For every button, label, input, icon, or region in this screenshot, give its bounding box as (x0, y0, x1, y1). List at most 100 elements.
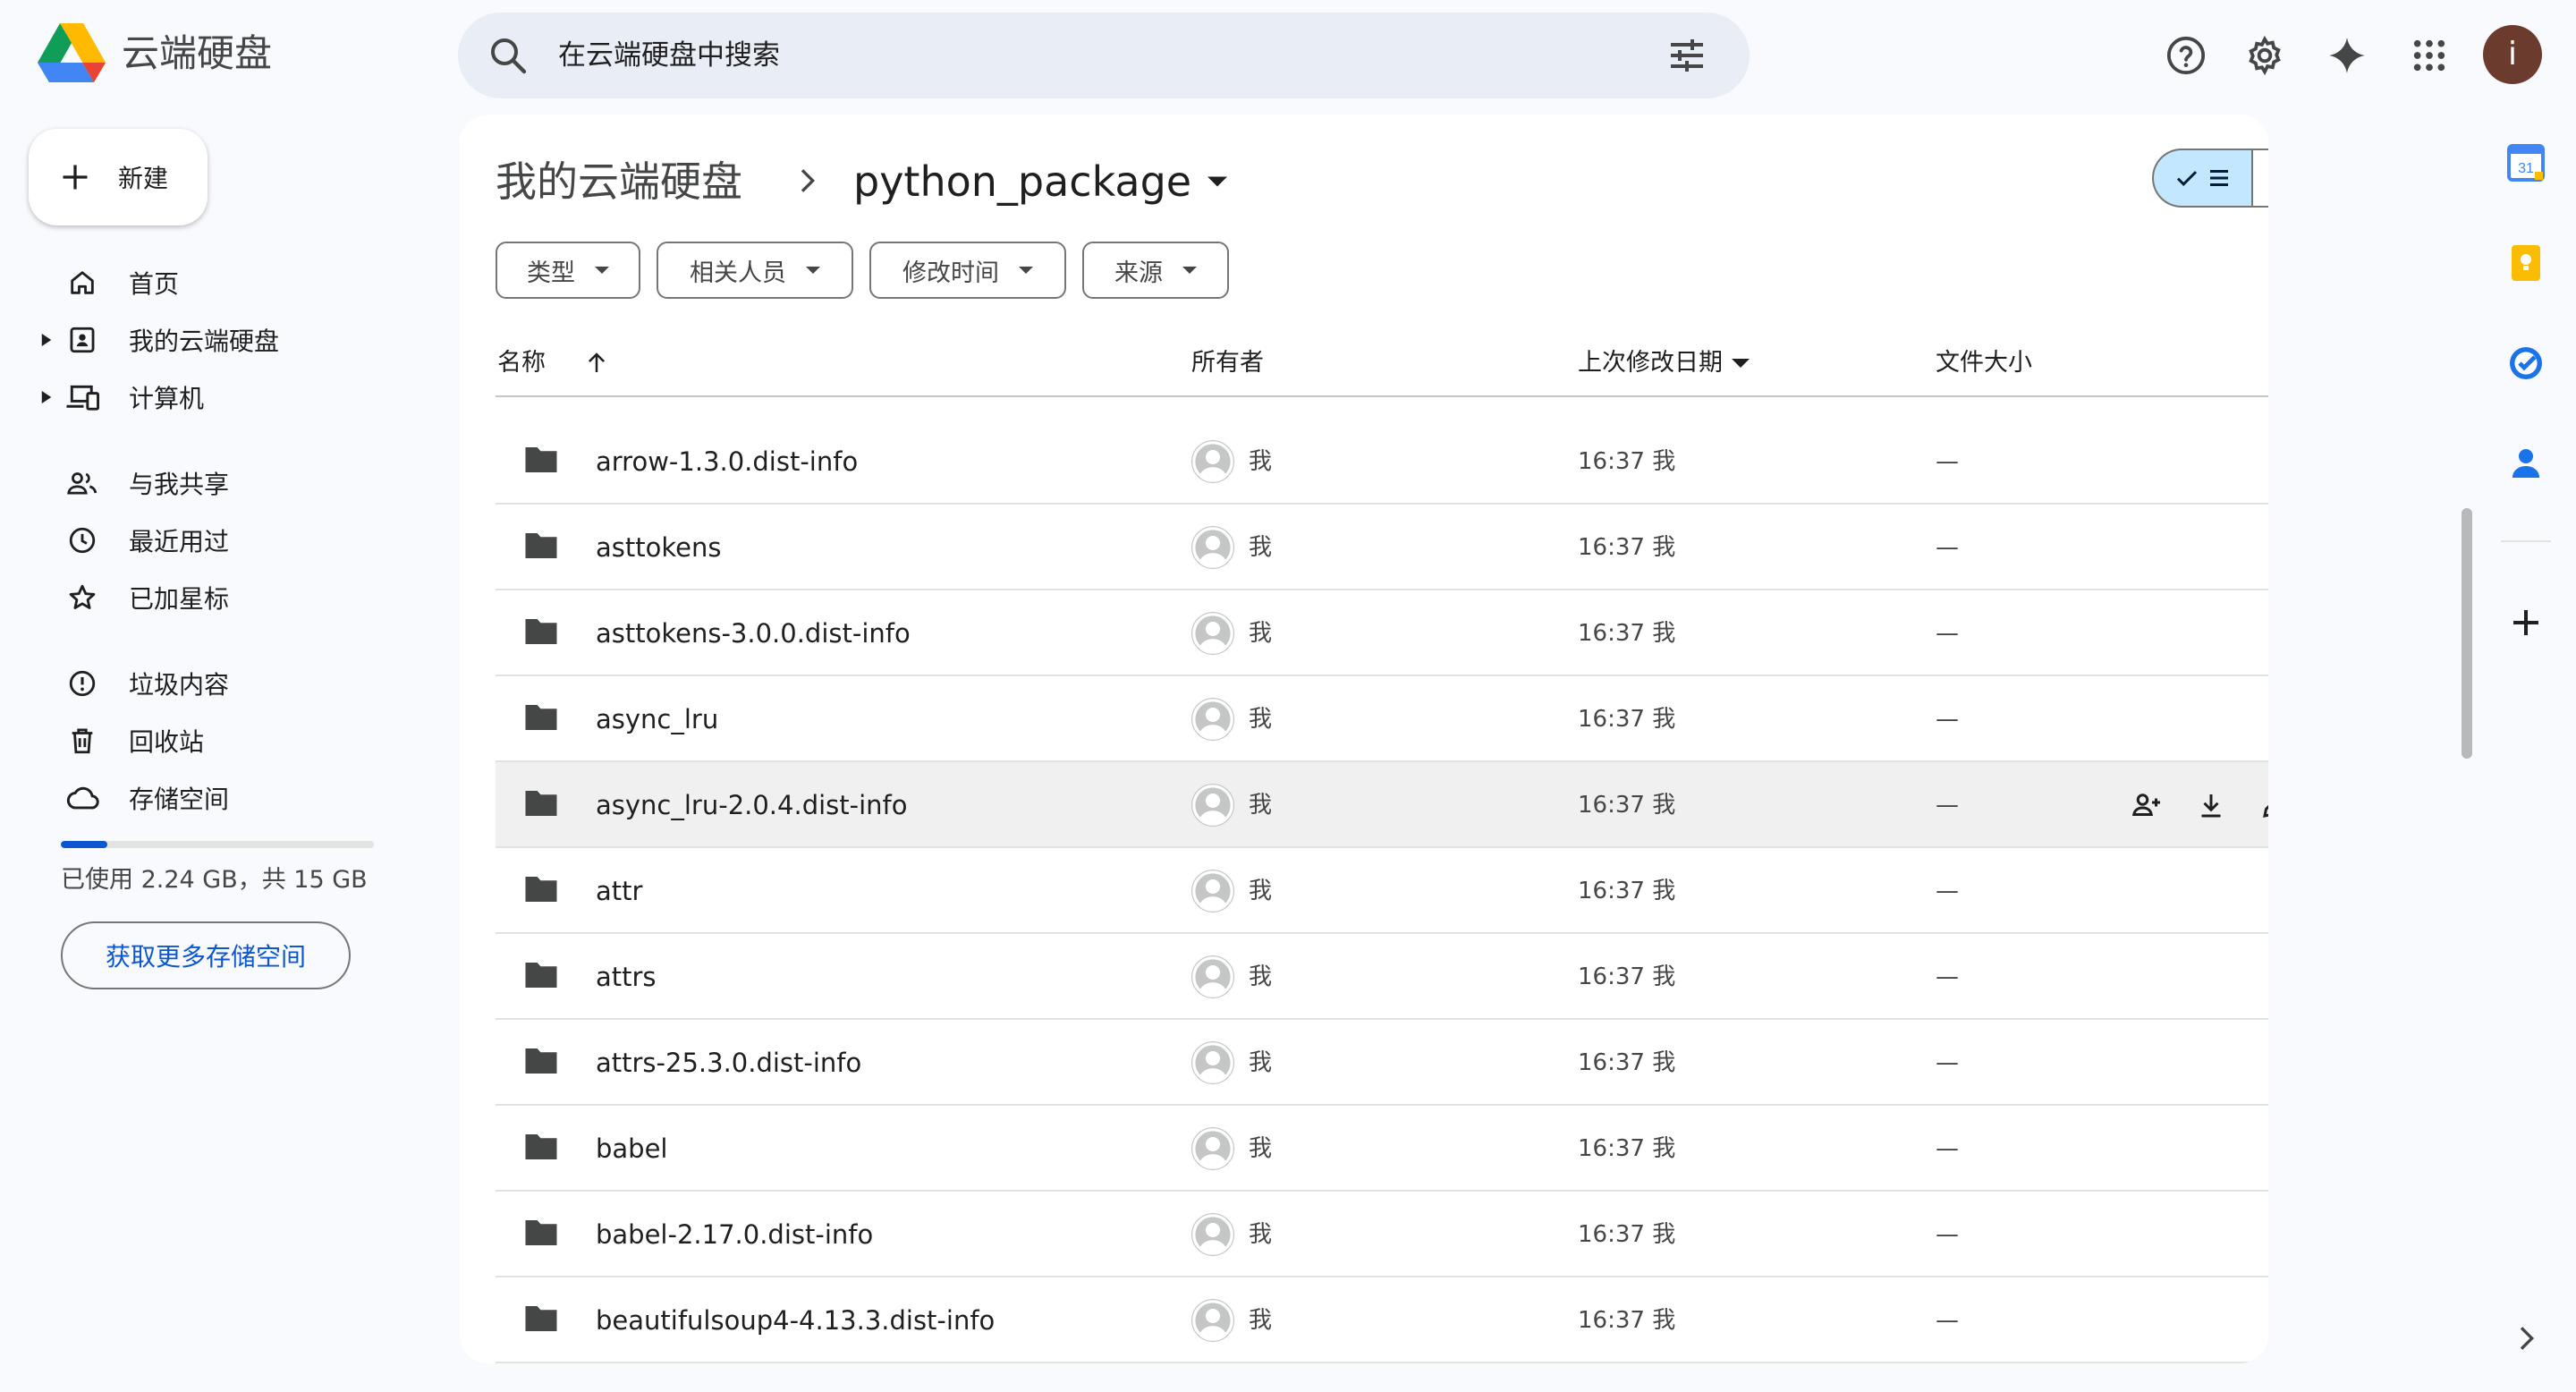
nav-item-trash[interactable]: 回收站 (36, 712, 411, 769)
nav-item-spam[interactable]: 垃圾内容 (36, 655, 411, 712)
owner-avatar-icon (1191, 1213, 1234, 1256)
file-name[interactable]: asttokens-3.0.0.dist-info (596, 614, 911, 653)
filter-modified-chip[interactable]: 修改时间 (869, 242, 1066, 299)
file-size: — (1936, 448, 1959, 475)
scrollbar-thumb[interactable] (2462, 508, 2472, 759)
expand-caret-icon[interactable] (36, 391, 57, 403)
file-row[interactable]: babel-2.17.0.dist-info 我 16:37 我 — (496, 1192, 2268, 1277)
contacts-icon[interactable] (2504, 442, 2547, 485)
owner-avatar-icon (1191, 612, 1234, 655)
file-row[interactable]: async_lru-2.0.4.dist-info 我 16:37 我 — (496, 762, 2268, 848)
app-title: 云端硬盘 (122, 31, 273, 75)
share-add-person-icon[interactable] (2127, 785, 2166, 825)
file-row[interactable]: attrs 我 16:37 我 — (496, 934, 2268, 1020)
download-icon[interactable] (2191, 785, 2231, 825)
rename-pencil-icon[interactable] (2256, 785, 2268, 825)
help-icon[interactable] (2157, 27, 2215, 84)
nav-item-label: 已加星标 (129, 584, 230, 614)
get-more-storage-button[interactable]: 获取更多存储空间 (61, 921, 351, 989)
drive-logo-icon[interactable] (38, 23, 106, 84)
filter-type-chip[interactable]: 类型 (496, 242, 640, 299)
nav-item-storage[interactable]: 存储空间 (36, 769, 411, 827)
file-modified: 16:37 我 (1578, 792, 1676, 819)
cloud-icon (64, 780, 100, 816)
column-header-owner[interactable]: 所有者 (1191, 345, 1264, 381)
file-owner: 我 (1249, 1135, 1273, 1162)
file-row[interactable]: asttokens 我 16:37 我 — (496, 505, 2268, 590)
nav-item-starred[interactable]: 已加星标 (36, 569, 411, 626)
owner-avatar-icon (1191, 440, 1234, 483)
list-view-toggle[interactable] (2152, 149, 2252, 208)
file-row[interactable]: attr 我 16:37 我 — (496, 848, 2268, 934)
dropdown-arrow-icon (595, 267, 609, 274)
nav-item-label: 我的云端硬盘 (129, 327, 280, 356)
file-row[interactable]: attrs-25.3.0.dist-info 我 16:37 我 — (496, 1020, 2268, 1106)
calendar-icon[interactable]: 31 (2504, 141, 2547, 184)
dropdown-arrow-icon (1019, 267, 1033, 274)
column-header-name[interactable]: 名称 (497, 345, 610, 381)
file-row[interactable]: async_lru 我 16:37 我 — (496, 676, 2268, 762)
settings-gear-icon[interactable] (2236, 27, 2293, 84)
nav-item-computers[interactable]: 计算机 (36, 369, 411, 426)
file-owner: 我 (1249, 620, 1273, 647)
folder-icon (522, 1131, 560, 1167)
nav-item-home[interactable]: 首页 (36, 254, 411, 311)
file-modified: 16:37 我 (1578, 534, 1676, 561)
file-name[interactable]: babel-2.17.0.dist-info (596, 1215, 873, 1254)
nav-item-label: 回收站 (129, 727, 205, 757)
dropdown-arrow-icon (1732, 359, 1750, 368)
search-icon[interactable] (487, 34, 530, 77)
file-row[interactable]: babel 我 16:37 我 — (496, 1106, 2268, 1192)
file-name[interactable]: attr (596, 871, 642, 911)
grid-view-toggle[interactable] (2252, 149, 2268, 208)
account-avatar[interactable]: i (2483, 25, 2542, 84)
expand-caret-icon[interactable] (36, 334, 57, 346)
storage-usage-text: 已使用 2.24 GB，共 15 GB (61, 866, 368, 894)
file-name[interactable]: attrs-25.3.0.dist-info (596, 1043, 861, 1082)
file-modified: 16:37 我 (1578, 620, 1676, 647)
apps-grid-icon[interactable] (2401, 27, 2458, 84)
sort-arrow-up-icon[interactable] (583, 350, 610, 377)
nav-item-shared[interactable]: 与我共享 (36, 454, 411, 512)
column-header-size[interactable]: 文件大小 (1936, 345, 2032, 381)
breadcrumb-root[interactable]: 我的云端硬盘 (496, 150, 742, 213)
file-size: — (1936, 620, 1959, 647)
file-modified: 16:37 我 (1578, 878, 1676, 904)
file-row[interactable]: asttokens-3.0.0.dist-info 我 16:37 我 — (496, 590, 2268, 676)
filter-people-chip[interactable]: 相关人员 (657, 242, 853, 299)
file-name[interactable]: beautifulsoup4-4.13.3.dist-info (596, 1301, 995, 1340)
file-row[interactable]: arrow-1.3.0.dist-info 我 16:37 我 — (496, 419, 2268, 505)
breadcrumb-current[interactable]: python_package (853, 150, 1228, 213)
file-name[interactable]: asttokens (596, 528, 721, 567)
folder-icon (522, 1303, 560, 1338)
search-bar[interactable] (458, 13, 1750, 98)
filter-source-chip[interactable]: 来源 (1082, 242, 1229, 299)
column-header-modified[interactable]: 上次修改日期 (1578, 345, 1750, 381)
search-options-icon[interactable] (1665, 34, 1708, 77)
nav-item-my-drive[interactable]: 我的云端硬盘 (36, 311, 411, 369)
file-name[interactable]: arrow-1.3.0.dist-info (596, 442, 858, 481)
file-size: — (1936, 1049, 1959, 1076)
add-addon-plus-icon[interactable] (2504, 601, 2547, 644)
gemini-sparkle-icon[interactable] (2318, 27, 2376, 84)
file-name[interactable]: async_lru-2.0.4.dist-info (596, 785, 908, 825)
file-name[interactable]: babel (596, 1129, 668, 1168)
file-size: — (1936, 1135, 1959, 1162)
file-owner: 我 (1249, 1307, 1273, 1334)
file-name[interactable]: async_lru (596, 700, 718, 739)
file-modified: 16:37 我 (1578, 1221, 1676, 1248)
chip-label: 类型 (527, 259, 575, 287)
file-row[interactable]: beautifulsoup4-4.13.3.dist-info 我 16:37 我 — (496, 1277, 2268, 1363)
nav-item-recent[interactable]: 最近用过 (36, 512, 411, 569)
new-button[interactable]: 新建 (29, 129, 208, 225)
computers-icon (64, 379, 100, 415)
file-modified: 16:37 我 (1578, 1307, 1676, 1334)
file-size: — (1936, 963, 1959, 990)
tasks-icon[interactable] (2504, 342, 2547, 385)
file-owner: 我 (1249, 706, 1273, 733)
expand-panel-chevron-icon[interactable] (2508, 1320, 2551, 1363)
file-name[interactable]: attrs (596, 957, 657, 997)
search-input[interactable] (558, 29, 1614, 82)
column-label: 上次修改日期 (1578, 349, 1723, 377)
keep-notes-icon[interactable] (2504, 242, 2547, 284)
